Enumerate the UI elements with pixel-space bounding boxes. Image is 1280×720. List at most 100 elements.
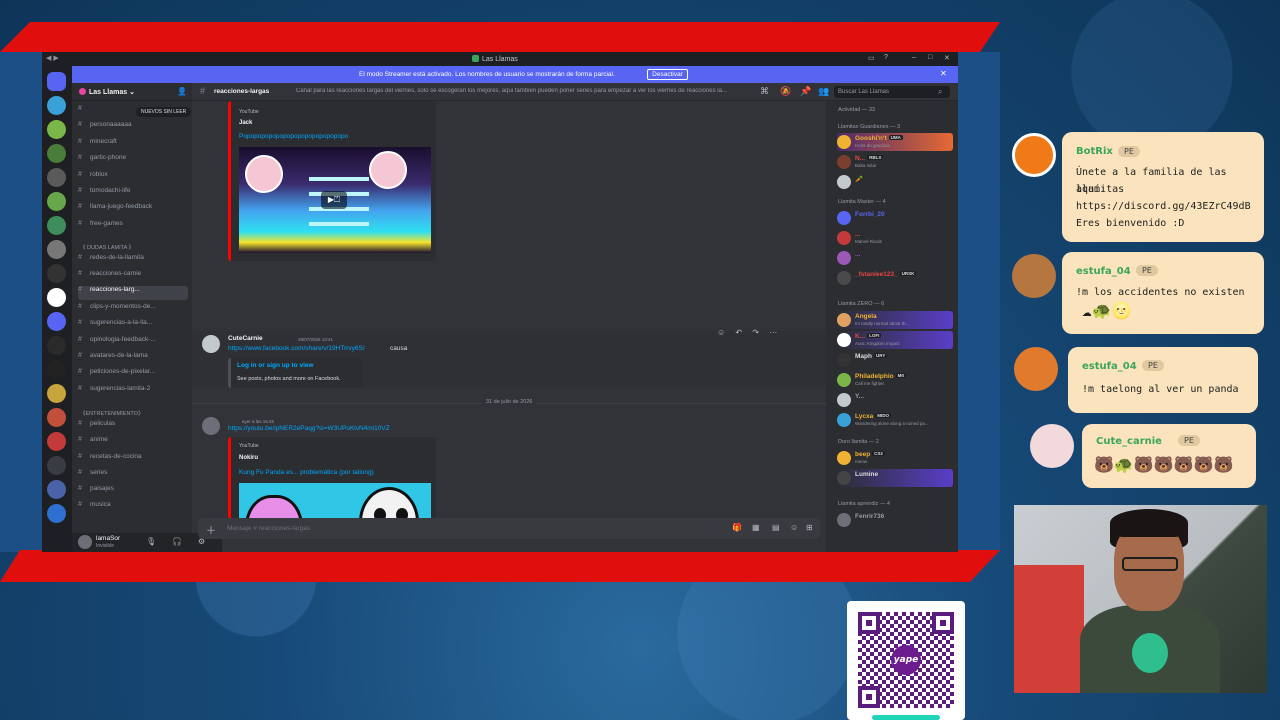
member-item[interactable]: beep CS2 meow xyxy=(837,449,953,467)
avatar[interactable] xyxy=(202,417,220,435)
category-entretenimiento[interactable]: 《ENTRETENIMIENTO》 xyxy=(80,409,143,417)
channel-item[interactable]: # clips-y-momentos-de... xyxy=(78,303,188,317)
channel-item[interactable]: # sugerencias-a-la-lla... xyxy=(78,319,188,333)
member-item[interactable]: _fstanlee123_ URSK xyxy=(837,269,953,287)
add-attachment-icon[interactable]: ＋ xyxy=(206,522,216,537)
channel-item[interactable]: # redes-de-la-llamita xyxy=(78,254,188,268)
server-icon[interactable] xyxy=(47,264,66,283)
nav-arrows-icon[interactable]: ◀ ▶ xyxy=(46,54,59,62)
server-icon[interactable] xyxy=(47,240,66,259)
microphone-icon[interactable]: 🎙 xyxy=(146,537,156,546)
channel-item[interactable]: # tomodachi-life xyxy=(78,187,188,201)
apps-icon[interactable]: ⊞ xyxy=(806,523,813,532)
embed-title[interactable]: Log in or sign up to view xyxy=(237,362,314,369)
members-icon[interactable]: 👥 xyxy=(818,86,829,97)
headphones-icon[interactable]: 🎧 xyxy=(172,537,182,546)
member-item[interactable]: ... xyxy=(837,249,953,267)
channel-item[interactable]: # recetas-de-cocina xyxy=(78,453,188,467)
gif-icon[interactable]: ▦ xyxy=(752,523,760,532)
message-link[interactable]: https://www.facebook.com/share/v/19HTrrv… xyxy=(228,345,365,352)
message-link[interactable]: https://youtu.be/ipNER2ePaqg?si=W3UPoKlv… xyxy=(228,425,390,432)
channel-item[interactable]: # minecraft xyxy=(78,138,188,152)
channel-item[interactable]: # reacciones-carnie xyxy=(78,270,188,284)
member-item[interactable]: Fenrir736 xyxy=(837,511,953,529)
close-banner-icon[interactable]: ✕ xyxy=(940,69,947,78)
channel-item[interactable]: # llama-juego-feedback xyxy=(78,203,188,217)
server-icon[interactable] xyxy=(47,288,66,307)
member-item[interactable]: K... LOFI Aura: Kingdom Impact xyxy=(837,331,953,349)
member-item[interactable]: Philadelphio MII Call me fighter. xyxy=(837,371,953,389)
pin-icon[interactable]: 📌 xyxy=(800,86,811,97)
red-banner-top xyxy=(0,22,1000,52)
message-author[interactable]: CuteCarnie xyxy=(228,335,263,342)
close-window-icon[interactable]: ✕ xyxy=(944,54,950,62)
category-dudas[interactable]: 《 DUDAS LAMITA 》 xyxy=(80,243,134,251)
sticker-icon[interactable]: ▤ xyxy=(772,523,780,532)
embed-title[interactable]: Popopopopopopopopopopopopopopo xyxy=(239,133,348,140)
play-icon[interactable]: ▶⏍ xyxy=(321,191,347,209)
server-icon[interactable] xyxy=(47,168,66,187)
server-icon[interactable] xyxy=(47,120,66,139)
inbox-icon[interactable]: ▭ xyxy=(868,54,875,62)
discord-home-icon[interactable] xyxy=(47,72,66,91)
message-composer[interactable]: ＋ Mensaje # reacciones-largas 🎁 ▦ ▤ ☺ ⊞ xyxy=(198,518,820,539)
avatar[interactable] xyxy=(78,535,92,549)
server-icon[interactable] xyxy=(47,336,66,355)
server-icon[interactable] xyxy=(47,96,66,115)
channel-item[interactable]: # series xyxy=(78,469,188,483)
member-item[interactable]: Forrbi_20 xyxy=(837,209,953,227)
channel-item[interactable]: # paisajes xyxy=(78,485,188,499)
member-item[interactable]: Lumine xyxy=(837,469,953,487)
channel-item[interactable]: # opinologia-feedback-... xyxy=(78,336,188,350)
member-item[interactable]: Maph URY xyxy=(837,351,953,369)
channel-topic[interactable]: Canal para las reacciones largas del vie… xyxy=(296,88,756,94)
channel-item[interactable]: # sugerencias-lamita-2 xyxy=(78,385,188,399)
minimize-icon[interactable]: – xyxy=(912,54,916,61)
server-icon[interactable] xyxy=(47,312,66,331)
server-icon[interactable] xyxy=(47,216,66,235)
channel-item[interactable]: # free-games xyxy=(78,220,188,234)
unread-pill[interactable]: NUEVOS SIN LEER xyxy=(136,107,192,117)
server-icon[interactable] xyxy=(47,144,66,163)
member-item[interactable]: ... Marvel Rivals xyxy=(837,229,953,247)
server-icon[interactable] xyxy=(47,480,66,499)
embed-title[interactable]: Kung Fu Panda es... problemática (por ta… xyxy=(239,469,374,476)
embed-author[interactable]: Nokiru xyxy=(239,455,258,461)
message-actions[interactable]: ☺ ↶ ↷ ⋯ xyxy=(717,328,781,337)
channel-item[interactable]: # musica xyxy=(78,501,188,515)
channel-item[interactable]: # roblox xyxy=(78,171,188,185)
embed-author[interactable]: Jack xyxy=(239,120,252,126)
maximize-icon[interactable]: □ xyxy=(928,54,932,61)
member-item[interactable]: Lycxa MIDO Wandering alone along a ruined … xyxy=(837,411,953,429)
member-item[interactable]: N... RBLX Baka mitai xyxy=(837,153,953,171)
deactivate-streamer-button[interactable]: Desactivar xyxy=(647,69,688,80)
invite-people-icon[interactable]: 👤 xyxy=(177,87,187,96)
avatar[interactable] xyxy=(202,335,220,353)
member-item[interactable]: Gooshi'n't UMA Hoirs de gracioso xyxy=(837,133,953,151)
video-thumbnail[interactable]: ▶⏍ xyxy=(239,147,431,253)
emoji-icon[interactable]: ☺ xyxy=(790,523,798,532)
channel-item[interactable]: # peliculas xyxy=(78,420,188,434)
member-item[interactable]: 🥕 xyxy=(837,173,953,191)
channel-item[interactable]: # personaaaaaa xyxy=(78,121,188,135)
channel-item[interactable]: # peticiones-de-pixelar... xyxy=(78,368,188,382)
server-icon[interactable] xyxy=(47,192,66,211)
search-input[interactable]: Buscar Las Llamas ⌕ xyxy=(834,86,950,98)
server-icon[interactable] xyxy=(47,360,66,379)
server-icon[interactable] xyxy=(47,432,66,451)
server-icon[interactable] xyxy=(47,384,66,403)
notifications-icon[interactable]: 🔕 xyxy=(780,86,791,97)
server-icon[interactable] xyxy=(47,456,66,475)
channel-item-active[interactable]: # reacciones-larg... xyxy=(78,286,188,300)
threads-icon[interactable]: ⌘ xyxy=(760,86,769,97)
guild-header[interactable]: Las Llamas ⌄ 👤 xyxy=(72,83,192,101)
channel-item[interactable]: # avatares-de-la-lama xyxy=(78,352,188,366)
server-icon[interactable] xyxy=(47,504,66,523)
channel-item[interactable]: # gartic-phone xyxy=(78,154,188,168)
member-item[interactable]: Y... xyxy=(837,391,953,409)
gift-icon[interactable]: 🎁 xyxy=(732,523,742,532)
member-item[interactable]: Angela Im totally normal about th... xyxy=(837,311,953,329)
help-icon[interactable]: ? xyxy=(884,54,888,61)
server-icon[interactable] xyxy=(47,408,66,427)
channel-item[interactable]: # anime xyxy=(78,436,188,450)
